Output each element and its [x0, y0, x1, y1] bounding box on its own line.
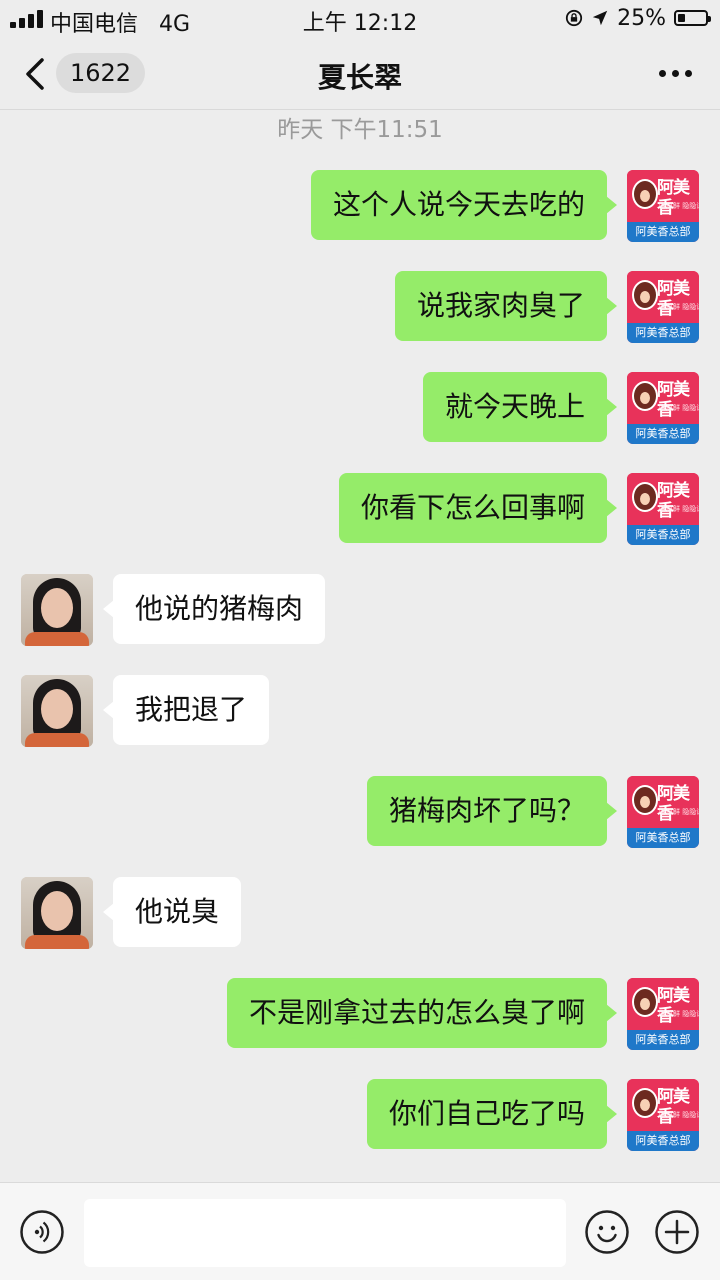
contact-avatar[interactable] — [21, 574, 93, 646]
self-avatar[interactable]: 阿美香味道鲜 隐隐诱月阿美香总部 — [627, 776, 699, 848]
sent-message-bubble[interactable]: 你们自己吃了吗 — [366, 1079, 618, 1149]
chat-header: 1622 夏长翠 — [0, 36, 720, 110]
message-list[interactable]: 昨天 下午11:51 阿美香味道鲜 隐隐诱月阿美香总部这个人说今天去吃的阿美香味… — [0, 110, 720, 1182]
received-message-bubble[interactable]: 他说臭 — [102, 877, 242, 947]
message-row: 我把退了 — [0, 675, 720, 747]
avatar-brand-name: 阿美香总部 — [627, 424, 699, 444]
sent-message-bubble[interactable]: 你看下怎么回事啊 — [338, 473, 618, 543]
contact-avatar[interactable] — [21, 877, 93, 949]
avatar-logo-text: 阿美香 — [657, 380, 690, 420]
message-row: 阿美香味道鲜 隐隐诱月阿美香总部猪梅肉坏了吗？ — [0, 776, 720, 848]
sent-message-bubble[interactable]: 不是刚拿过去的怎么臭了啊 — [226, 978, 618, 1048]
sent-message-bubble[interactable]: 这个人说今天去吃的 — [310, 170, 618, 240]
avatar-logo-sub: 味道鲜 隐隐诱月 — [659, 303, 699, 311]
status-bar: 中国电信 4G 上午 12:12 25% — [0, 0, 720, 37]
self-avatar[interactable]: 阿美香味道鲜 隐隐诱月阿美香总部 — [627, 372, 699, 444]
self-avatar[interactable]: 阿美香味道鲜 隐隐诱月阿美香总部 — [627, 978, 699, 1050]
message-row: 阿美香味道鲜 隐隐诱月阿美香总部就今天晚上 — [0, 372, 720, 444]
avatar-brand-name: 阿美香总部 — [627, 222, 699, 242]
avatar-brand-name: 阿美香总部 — [627, 1030, 699, 1050]
avatar-logo-text: 阿美香 — [657, 784, 690, 824]
avatar-brand-name: 阿美香总部 — [627, 323, 699, 343]
input-bar — [0, 1182, 720, 1280]
sent-message-bubble[interactable]: 就今天晚上 — [422, 372, 618, 442]
message-row: 阿美香味道鲜 隐隐诱月阿美香总部这个人说今天去吃的 — [0, 170, 720, 242]
rotation-lock-icon — [565, 9, 583, 27]
message-row: 他说臭 — [0, 877, 720, 949]
avatar-logo-text: 阿美香 — [657, 279, 690, 319]
avatar-logo-text: 阿美香 — [657, 986, 690, 1026]
message-timestamp: 昨天 下午11:51 — [277, 117, 443, 143]
emoji-icon[interactable] — [584, 1209, 630, 1255]
self-avatar[interactable]: 阿美香味道鲜 隐隐诱月阿美香总部 — [627, 271, 699, 343]
sent-message-bubble[interactable]: 说我家肉臭了 — [394, 271, 618, 341]
avatar-logo-sub: 味道鲜 隐隐诱月 — [659, 202, 699, 210]
battery-icon — [674, 10, 711, 26]
self-avatar[interactable]: 阿美香味道鲜 隐隐诱月阿美香总部 — [627, 170, 699, 242]
self-avatar[interactable]: 阿美香味道鲜 隐隐诱月阿美香总部 — [627, 1079, 699, 1151]
sent-message-bubble[interactable]: 猪梅肉坏了吗？ — [366, 776, 618, 846]
avatar-brand-name: 阿美香总部 — [627, 525, 699, 545]
message-row: 他说的猪梅肉 — [0, 574, 720, 646]
avatar-logo-sub: 味道鲜 隐隐诱月 — [659, 404, 699, 412]
avatar-brand-name: 阿美香总部 — [627, 828, 699, 848]
plus-icon[interactable] — [654, 1209, 700, 1255]
status-indicators: 25% — [565, 5, 711, 31]
location-icon — [592, 10, 608, 26]
contact-avatar[interactable] — [21, 675, 93, 747]
self-avatar[interactable]: 阿美香味道鲜 隐隐诱月阿美香总部 — [627, 473, 699, 545]
ellipsis-icon[interactable] — [659, 70, 692, 77]
avatar-logo-sub: 味道鲜 隐隐诱月 — [659, 1111, 699, 1119]
avatar-logo-text: 阿美香 — [657, 1087, 690, 1127]
received-message-bubble[interactable]: 他说的猪梅肉 — [102, 574, 326, 644]
avatar-logo-text: 阿美香 — [657, 481, 690, 521]
message-row: 阿美香味道鲜 隐隐诱月阿美香总部你们自己吃了吗 — [0, 1079, 720, 1151]
avatar-brand-name: 阿美香总部 — [627, 1131, 699, 1151]
chat-title: 夏长翠 — [317, 61, 402, 94]
avatar-logo-text: 阿美香 — [657, 178, 690, 218]
received-message-bubble[interactable]: 我把退了 — [102, 675, 270, 745]
message-input[interactable] — [84, 1199, 566, 1267]
message-row: 阿美香味道鲜 隐隐诱月阿美香总部你看下怎么回事啊 — [0, 473, 720, 545]
voice-icon[interactable] — [19, 1209, 65, 1255]
avatar-logo-sub: 味道鲜 隐隐诱月 — [659, 505, 699, 513]
battery-percent: 25% — [617, 5, 666, 31]
message-row: 阿美香味道鲜 隐隐诱月阿美香总部不是刚拿过去的怎么臭了啊 — [0, 978, 720, 1050]
avatar-logo-sub: 味道鲜 隐隐诱月 — [659, 808, 699, 816]
avatar-logo-sub: 味道鲜 隐隐诱月 — [659, 1010, 699, 1018]
message-row: 阿美香味道鲜 隐隐诱月阿美香总部说我家肉臭了 — [0, 271, 720, 343]
